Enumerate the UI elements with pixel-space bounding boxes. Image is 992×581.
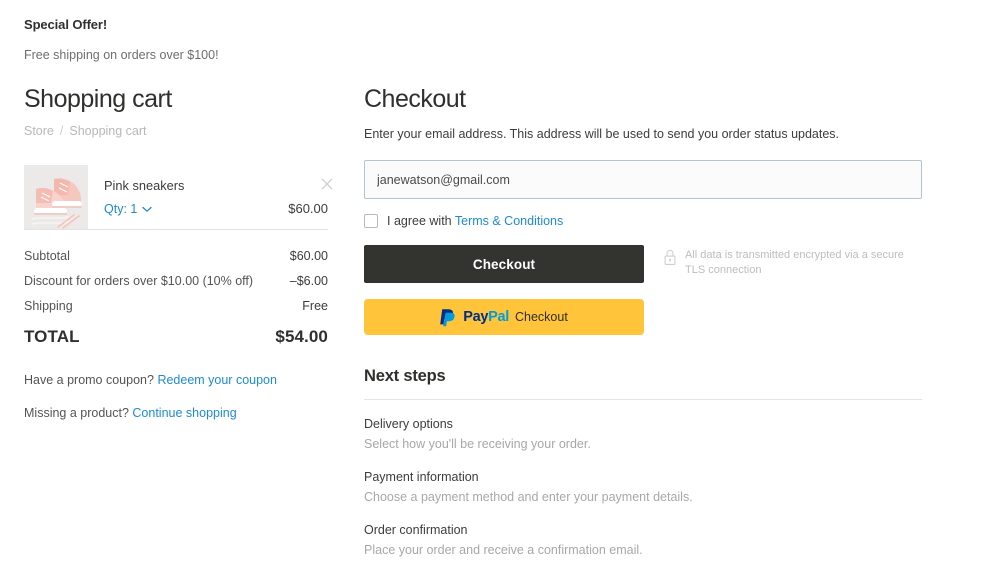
agree-label: I agree with	[387, 214, 452, 228]
checkout-button[interactable]: Checkout	[364, 245, 644, 283]
promo-title: Special Offer!	[24, 17, 108, 32]
total-label: TOTAL	[24, 327, 80, 346]
summary-label: Discount for orders over $10.00 (10% off…	[24, 274, 254, 288]
next-steps-divider	[364, 399, 922, 400]
next-steps-section: Next steps Delivery options Select how y…	[364, 365, 922, 559]
summary-row: Discount for orders over $10.00 (10% off…	[24, 269, 328, 294]
cart-item-price: $60.00	[288, 201, 328, 216]
close-icon[interactable]	[318, 175, 336, 193]
cart-item: Pink sneakers Qty: 1 $60.00	[24, 165, 333, 229]
next-step-description: Place your order and receive a confirmat…	[364, 543, 643, 557]
total-row: TOTAL $54.00	[24, 319, 328, 349]
cart-item-name: Pink sneakers	[104, 178, 185, 193]
checkout-page: Special Offer! Free shipping on orders o…	[0, 0, 992, 581]
next-step-name: Order confirmation	[364, 523, 468, 537]
email-field[interactable]	[364, 160, 922, 199]
quantity-selector[interactable]: Qty: 1	[104, 201, 152, 217]
lock-icon	[663, 249, 677, 271]
paypal-word-pay: Pay	[463, 309, 489, 325]
next-step-item: Delivery options Select how you'll be re…	[364, 416, 922, 453]
tls-notice: All data is transmitted encrypted via a …	[663, 248, 913, 278]
checkout-column: Checkout Enter your email address. This …	[364, 84, 922, 559]
next-step-item: Order confirmation Place your order and …	[364, 522, 922, 559]
shopping-cart-column: Shopping cart Store / Shopping cart Pink…	[24, 84, 333, 437]
checkout-description: Enter your email address. This address w…	[364, 127, 840, 141]
breadcrumb-separator: /	[59, 124, 64, 138]
promo-coupon-line: Have a promo coupon? Redeem your coupon	[24, 371, 328, 389]
paypal-checkout-button[interactable]: PayPal Checkout	[364, 299, 644, 335]
redeem-coupon-link[interactable]: Redeem your coupon	[157, 373, 277, 387]
total-value: $54.00	[275, 327, 328, 346]
payment-actions: Checkout PayPal Checkout All data is tra…	[364, 245, 922, 335]
promo-banner: Special Offer! Free shipping on orders o…	[24, 16, 424, 64]
summary-value: Free	[302, 299, 328, 313]
paypal-logo-icon	[440, 308, 457, 327]
summary-label: Subtotal	[24, 249, 70, 263]
continue-shopping-link[interactable]: Continue shopping	[132, 406, 236, 420]
summary-row: Shipping Free	[24, 294, 328, 319]
breadcrumb: Store / Shopping cart	[24, 123, 328, 139]
next-step-name: Payment information	[364, 470, 479, 484]
pink-sneakers-photo-icon[interactable]	[24, 165, 88, 229]
next-step-item: Payment information Choose a payment met…	[364, 469, 922, 506]
breadcrumb-current: Shopping cart	[69, 124, 147, 138]
quantity-label: Qty: 1	[104, 201, 138, 216]
next-step-description: Choose a payment method and enter your p…	[364, 490, 693, 504]
terms-and-conditions-link[interactable]: Terms & Conditions	[455, 214, 563, 228]
tls-notice-text: All data is transmitted encrypted via a …	[685, 249, 904, 276]
summary-value: $60.00	[289, 249, 328, 263]
cart-footer-links: Have a promo coupon? Redeem your coupon …	[24, 371, 328, 422]
breadcrumb-store-link[interactable]: Store	[24, 124, 54, 138]
summary-value: –$6.00	[289, 274, 328, 288]
paypal-word-pal: Pal	[488, 309, 509, 325]
next-steps-title: Next steps	[364, 367, 446, 385]
missing-product-text: Missing a product?	[24, 406, 129, 420]
checkout-title: Checkout	[364, 85, 466, 113]
chevron-down-icon	[142, 202, 152, 217]
terms-checkbox[interactable]	[364, 214, 378, 228]
promo-subtitle: Free shipping on orders over $100!	[24, 48, 219, 62]
promo-coupon-text: Have a promo coupon?	[24, 373, 154, 387]
terms-agreement-text: I agree with Terms & Conditions	[387, 213, 563, 229]
paypal-button-label: Checkout	[514, 310, 568, 324]
next-step-description: Select how you'll be receiving your orde…	[364, 437, 591, 451]
cart-divider	[24, 229, 328, 230]
missing-product-line: Missing a product? Continue shopping	[24, 404, 328, 422]
paypal-wordmark: PayPal	[463, 309, 509, 325]
summary-row: Subtotal $60.00	[24, 244, 328, 269]
cart-item-details: Pink sneakers Qty: 1 $60.00	[104, 165, 333, 229]
terms-agreement-row: I agree with Terms & Conditions	[364, 213, 922, 229]
order-summary: Subtotal $60.00 Discount for orders over…	[24, 244, 328, 349]
page-title: Shopping cart	[24, 85, 172, 113]
next-step-name: Delivery options	[364, 417, 453, 431]
summary-label: Shipping	[24, 299, 73, 313]
